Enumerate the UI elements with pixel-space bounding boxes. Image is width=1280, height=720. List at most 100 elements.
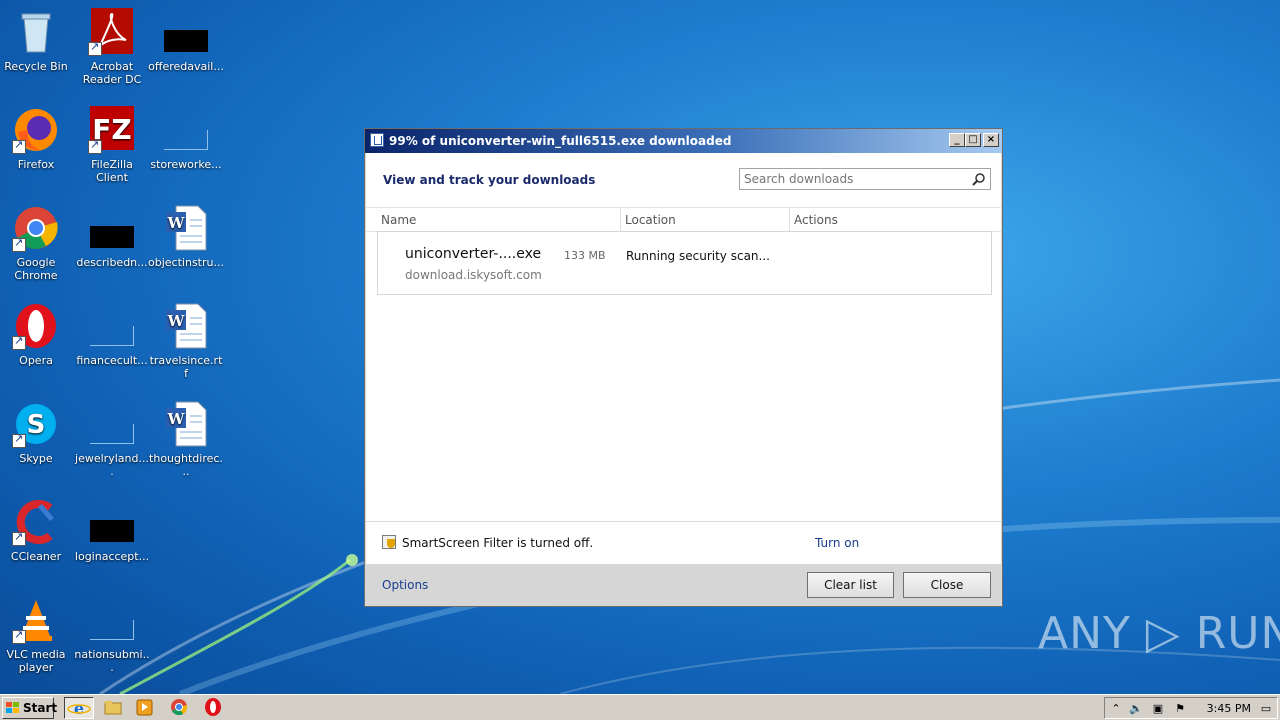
desktop-icon-label: FileZilla Client	[91, 158, 133, 184]
chrome-icon	[12, 204, 60, 252]
system-tray: ⌃ 🔈 ▣ ⚑ 3:45 PM ▭	[1104, 697, 1278, 719]
close-button[interactable]: Close	[903, 572, 991, 598]
search-input[interactable]	[740, 169, 965, 189]
start-button[interactable]: Start	[2, 697, 58, 719]
column-actions[interactable]: Actions	[794, 213, 838, 227]
desktop-icon-label: describedn...	[76, 256, 148, 269]
file-thumbnail-icon	[88, 204, 136, 252]
desktop-icon-label: Acrobat Reader DC	[82, 60, 142, 86]
smartscreen-status: SmartScreen Filter is turned off.	[402, 536, 594, 550]
download-row[interactable]: uniconverter-....exe 133 MB download.isk…	[377, 231, 992, 295]
desktop-icon-word-doc[interactable]: W objectinstru...	[148, 204, 224, 269]
search-downloads-box[interactable]	[739, 168, 991, 190]
shortcut-arrow-icon	[12, 628, 26, 644]
download-manager-dialog: 99% of uniconverter-win_full6515.exe dow…	[364, 128, 1003, 607]
smartscreen-shield-icon	[382, 535, 396, 549]
filezilla-icon: FZ	[88, 106, 136, 154]
search-icon[interactable]	[972, 172, 986, 186]
opera-icon	[12, 302, 60, 350]
show-hidden-icons-icon[interactable]: ⌃	[1109, 702, 1123, 716]
network-icon[interactable]: ▣	[1151, 702, 1165, 716]
desktop-icon-label: travelsince.rtf	[149, 354, 223, 380]
desktop-icon-file[interactable]: describedn...	[74, 204, 150, 269]
column-name[interactable]: Name	[381, 213, 416, 227]
blank-file-icon	[88, 302, 136, 350]
desktop-icon-label: storeworke...	[150, 158, 222, 171]
minimize-button[interactable]: _	[949, 133, 965, 147]
desktop-icon-file[interactable]: offeredavail...	[148, 8, 224, 73]
svg-text:e: e	[74, 699, 84, 718]
desktop-icon-file[interactable]: storeworke...	[148, 106, 224, 171]
desktop-icon-file[interactable]: loginaccept...	[74, 498, 150, 563]
word-document-icon: W	[162, 400, 210, 448]
desktop-icon-vlc[interactable]: VLC media player	[0, 596, 74, 674]
column-location[interactable]: Location	[625, 213, 676, 227]
download-file-name: uniconverter-....exe	[405, 246, 542, 262]
chrome-icon	[171, 699, 188, 716]
dialog-footer: Options Clear list Close	[366, 564, 1001, 606]
taskbar-explorer[interactable]	[102, 697, 126, 719]
desktop-icon-label: Opera	[19, 354, 53, 367]
shortcut-arrow-icon	[88, 40, 102, 56]
desktop-icon-word-doc[interactable]: W thoughtdirec...	[148, 400, 224, 478]
skype-icon: S	[12, 400, 60, 448]
start-label: Start	[23, 701, 58, 715]
close-window-button[interactable]: ×	[983, 133, 999, 147]
column-divider	[620, 208, 621, 232]
show-desktop-icon[interactable]: ▭	[1259, 702, 1273, 716]
taskbar-opera[interactable]	[202, 697, 226, 719]
desktop-icon-file[interactable]: nationsubmi...	[74, 596, 150, 674]
desktop-icon-label: financecult...	[76, 354, 148, 367]
download-icon	[370, 133, 384, 147]
media-player-icon	[136, 699, 153, 716]
taskbar-media-player[interactable]	[134, 697, 158, 719]
options-link[interactable]: Options	[382, 578, 428, 592]
desktop-icon-ccleaner[interactable]: CCleaner	[0, 498, 74, 563]
svg-text:W: W	[167, 214, 186, 232]
vlc-icon	[12, 596, 60, 644]
desktop-icon-label: objectinstru...	[148, 256, 224, 269]
shortcut-arrow-icon	[12, 334, 26, 350]
blank-file-icon	[162, 106, 210, 154]
desktop-icon-chrome[interactable]: Google Chrome	[0, 204, 74, 282]
word-document-icon: W	[162, 302, 210, 350]
svg-text:S: S	[27, 410, 46, 440]
desktop-icon-recycle-bin[interactable]: Recycle Bin	[0, 8, 74, 73]
taskbar-clock[interactable]: 3:45 PM	[1207, 702, 1251, 715]
shortcut-arrow-icon	[12, 530, 26, 546]
turn-on-link[interactable]: Turn on	[815, 536, 859, 550]
desktop-icon-acrobat[interactable]: Acrobat Reader DC	[74, 8, 150, 86]
desktop-icon-label: Firefox	[17, 158, 55, 171]
taskbar-chrome[interactable]	[168, 697, 192, 719]
download-source: download.iskysoft.com	[405, 268, 542, 282]
desktop-icon-label: VLC media player	[6, 648, 66, 674]
file-thumbnail-icon	[88, 498, 136, 546]
shortcut-arrow-icon	[88, 138, 102, 154]
download-status: Running security scan...	[626, 249, 770, 263]
desktop-icon-word-doc[interactable]: W travelsince.rtf	[148, 302, 224, 380]
blank-file-icon	[88, 400, 136, 448]
desktop-icon-opera[interactable]: Opera	[0, 302, 74, 367]
taskbar-internet-explorer[interactable]: e	[64, 697, 94, 719]
firefox-icon	[12, 106, 60, 154]
desktop-icon-file[interactable]: jewelryland....	[74, 400, 150, 478]
desktop-icon-file[interactable]: financecult...	[74, 302, 150, 367]
desktop-icon-filezilla[interactable]: FZ FileZilla Client	[74, 106, 150, 184]
windows-logo-icon	[6, 702, 20, 714]
dialog-header: View and track your downloads	[366, 153, 1001, 207]
anyrun-watermark: ANY ▷ RUN	[1038, 608, 1280, 659]
desktop-icon-label: nationsubmi...	[74, 648, 150, 674]
desktop-icon-label: loginaccept...	[74, 550, 150, 563]
desktop-icon-skype[interactable]: S Skype	[0, 400, 74, 465]
clear-list-button[interactable]: Clear list	[807, 572, 894, 598]
desktop-icon-label: Recycle Bin	[4, 60, 68, 73]
ccleaner-icon	[12, 498, 60, 546]
desktop-icon-firefox[interactable]: Firefox	[0, 106, 74, 171]
shortcut-arrow-icon	[12, 432, 26, 448]
shortcut-arrow-icon	[12, 138, 26, 154]
dialog-titlebar[interactable]: 99% of uniconverter-win_full6515.exe dow…	[365, 129, 1002, 153]
volume-icon[interactable]: 🔈	[1129, 702, 1143, 716]
file-thumbnail-icon	[162, 8, 210, 56]
maximize-button[interactable]: □	[965, 133, 981, 147]
action-center-flag-icon[interactable]: ⚑	[1173, 702, 1187, 716]
